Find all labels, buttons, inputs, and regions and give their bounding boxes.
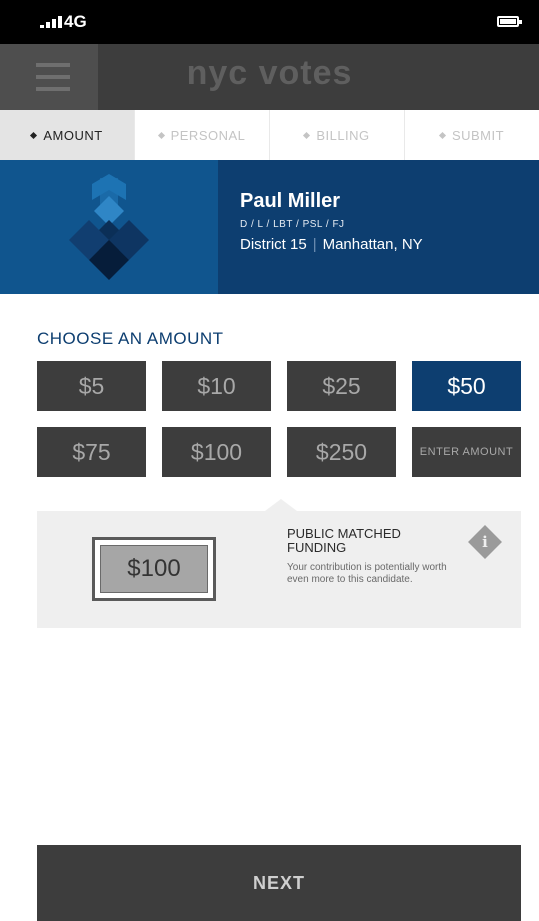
candidate-district: District 15: [240, 236, 307, 253]
amount-button-50[interactable]: $50: [412, 361, 521, 411]
tab-submit[interactable]: SUBMIT: [405, 110, 539, 160]
tab-label: PERSONAL: [170, 127, 246, 143]
tab-label: AMOUNT: [43, 127, 103, 143]
signal-bars-icon: [40, 14, 62, 28]
status-bar: 4G: [0, 0, 539, 44]
section-title: CHOOSE AN AMOUNT: [37, 329, 224, 348]
step-dot-icon: [157, 131, 165, 139]
tab-label: SUBMIT: [451, 127, 505, 143]
amount-button-25[interactable]: $25: [287, 361, 396, 411]
divider: |: [312, 236, 317, 253]
battery-icon: [497, 16, 522, 27]
candidate-info: Paul Miller D / L / LBT / PSL / FJ Distr…: [240, 190, 423, 253]
amount-button-5[interactable]: $5: [37, 361, 146, 411]
amount-button-75[interactable]: $75: [37, 427, 146, 477]
matched-funding-description: Your contribution is potentially worth e…: [287, 562, 447, 585]
enter-amount-button[interactable]: ENTER AMOUNT: [412, 427, 521, 477]
candidate-name: Paul Miller: [240, 190, 341, 212]
matched-funding-panel: $100 PUBLIC MATCHED FUNDING Your contrib…: [37, 499, 521, 628]
app-header: nyc votes: [0, 44, 539, 110]
app-logo: nyc votes: [186, 54, 353, 92]
amount-button-250[interactable]: $250: [287, 427, 396, 477]
amount-button-100[interactable]: $100: [162, 427, 271, 477]
step-dot-icon: [438, 131, 446, 139]
pointer-arrow: [265, 499, 297, 511]
tab-amount[interactable]: AMOUNT: [0, 110, 135, 160]
matched-funding-title: PUBLIC MATCHED FUNDING: [287, 526, 401, 555]
tab-label: BILLING: [316, 127, 370, 143]
candidate-parties: D / L / LBT / PSL / FJ: [240, 219, 345, 230]
diamond-logo-icon: [0, 160, 218, 294]
next-button[interactable]: NEXT: [37, 845, 521, 921]
candidate-district-line: District 15 | Manhattan, NY: [240, 236, 423, 253]
matched-amount: $100: [100, 545, 208, 593]
step-tabs: AMOUNT PERSONAL BILLING SUBMIT: [0, 110, 539, 161]
amount-button-10[interactable]: $10: [162, 361, 271, 411]
tab-billing[interactable]: BILLING: [270, 110, 405, 160]
candidate-location: Manhattan, NY: [322, 236, 423, 253]
step-dot-icon: [303, 131, 311, 139]
network-type: 4G: [64, 12, 87, 31]
matched-amount-box: $100: [92, 537, 216, 601]
info-glyph: i: [482, 533, 488, 551]
tab-personal[interactable]: PERSONAL: [135, 110, 270, 160]
candidate-card: Paul Miller D / L / LBT / PSL / FJ Distr…: [0, 160, 539, 294]
step-dot-icon: [30, 131, 38, 139]
